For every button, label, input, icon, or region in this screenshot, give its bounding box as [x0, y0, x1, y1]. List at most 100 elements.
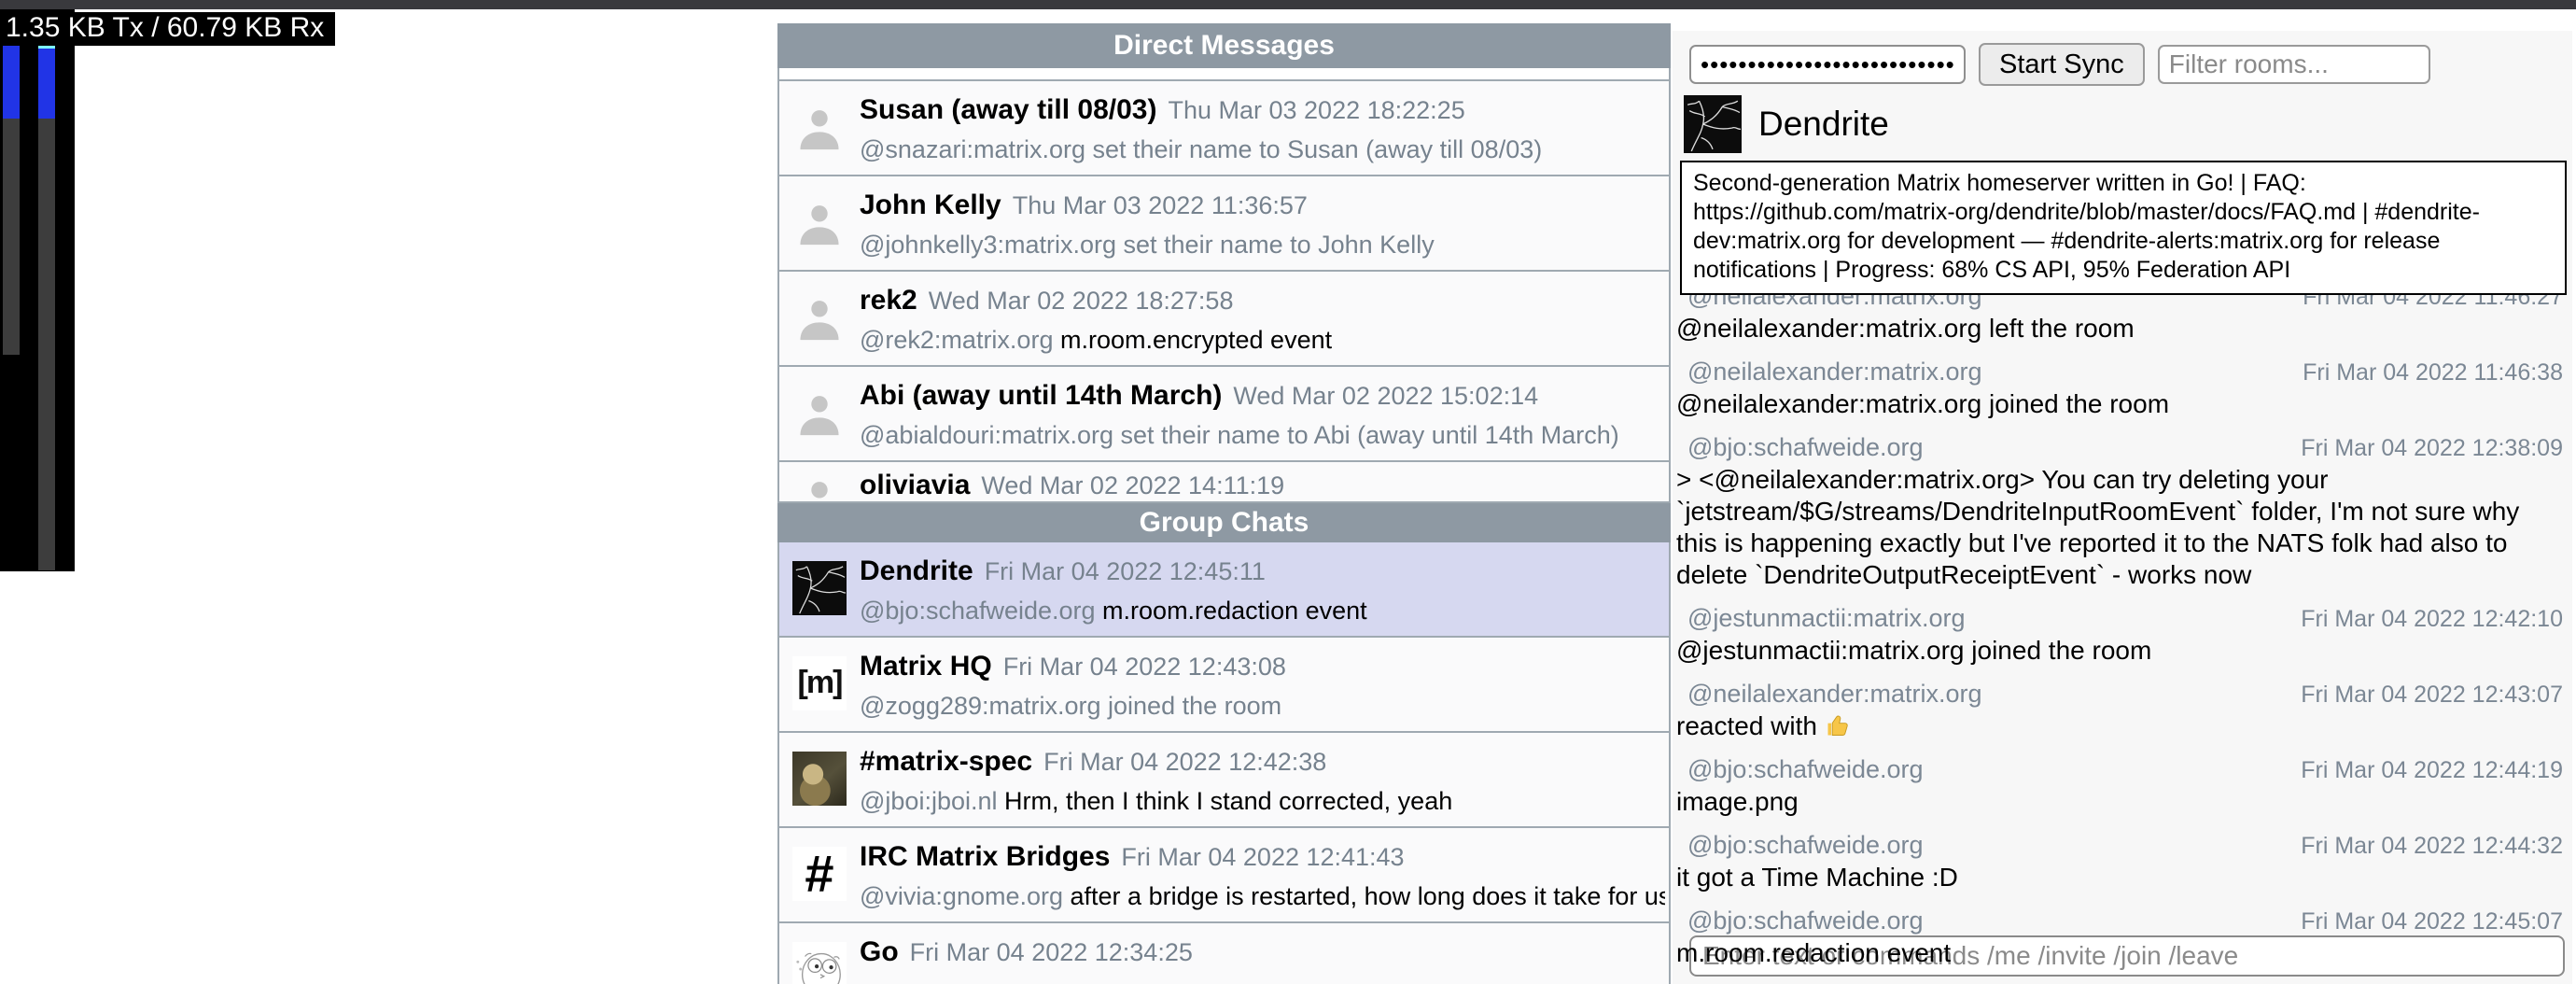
- room-timestamp: Wed Mar 02 2022 18:27:58: [929, 287, 1234, 316]
- window-top-strip: [0, 0, 2576, 9]
- direct-messages-header: Direct Messages: [777, 23, 1671, 68]
- list-item-irc-matrix-bridges[interactable]: # IRC Matrix Bridges Fri Mar 04 2022 12:…: [779, 828, 1669, 923]
- message: @bjo:schafweide.org Fri Mar 04 2022 12:4…: [1676, 753, 2563, 818]
- group-chats-header: Group Chats: [777, 503, 1671, 542]
- list-item-oliviavia[interactable]: oliviavia Wed Mar 02 2022 14:11:19: [779, 462, 1669, 503]
- room-last-sender: @vivia:gnome.org: [860, 882, 1063, 910]
- room-last-message: set their name to John Kelly: [1116, 231, 1435, 259]
- room-last-sender: @zogg289:matrix.org: [860, 692, 1101, 720]
- network-graph-bar: [38, 49, 55, 119]
- message-reaction-text: reacted with: [1676, 711, 1825, 740]
- room-last-message: set their name to Abi (away until 14th M…: [1113, 421, 1619, 449]
- message: @bjo:schafweide.org Fri Mar 04 2022 12:4…: [1676, 980, 2563, 984]
- list-item-abi[interactable]: Abi (away until 14th March) Wed Mar 02 2…: [779, 367, 1669, 462]
- rooms-panel: Direct Messages Susan (away till 08/03) …: [777, 23, 1671, 984]
- room-last-sender: @abialdouri:matrix.org: [860, 421, 1113, 449]
- room-last-message: m.room.encrypted event: [1053, 326, 1332, 354]
- message-sender: @jestunmactii:matrix.org: [1676, 602, 1966, 634]
- filter-rooms-input[interactable]: [2158, 45, 2430, 84]
- person-icon: [792, 386, 847, 440]
- message: @bjo:schafweide.org Fri Mar 04 2022 12:4…: [1676, 829, 2563, 893]
- message-timestamp: Fri Mar 04 2022 12:43:07: [2301, 682, 2563, 709]
- list-item-go[interactable]: Go Fri Mar 04 2022 12:34:25: [779, 923, 1669, 984]
- message-body: @neilalexander:matrix.org joined the roo…: [1676, 388, 2563, 420]
- room-topic: Second-generation Matrix homeserver writ…: [1680, 161, 2567, 295]
- room-name: Dendrite: [860, 555, 973, 587]
- message-sender: @bjo:schafweide.org: [1676, 905, 1924, 936]
- thumbs-up-icon: [1825, 712, 1851, 738]
- room-name: oliviavia: [860, 470, 970, 501]
- room-timestamp: Wed Mar 02 2022 15:02:14: [1233, 382, 1538, 411]
- list-item-matrix-spec[interactable]: #matrix-spec Fri Mar 04 2022 12:42:38 @j…: [779, 733, 1669, 828]
- message: @bjo:schafweide.org Fri Mar 04 2022 12:4…: [1676, 905, 2563, 969]
- room-photo-avatar: [792, 752, 847, 806]
- message-timestamp: Fri Mar 04 2022 12:38:09: [2301, 435, 2563, 462]
- room-name: #matrix-spec: [860, 746, 1032, 778]
- access-token-input[interactable]: [1689, 45, 1966, 84]
- room-name: Go: [860, 936, 899, 968]
- room-name: Susan (away till 08/03): [860, 94, 1156, 126]
- room-timestamp: Fri Mar 04 2022 12:41:43: [1121, 843, 1404, 872]
- list-item-susan[interactable]: Susan (away till 08/03) Thu Mar 03 2022 …: [779, 81, 1669, 176]
- message-sender: @bjo:schafweide.org: [1676, 431, 1924, 463]
- room-name: Abi (away until 14th March): [860, 380, 1222, 412]
- room-name: John Kelly: [860, 190, 1001, 221]
- message-body: reacted with: [1676, 710, 2563, 742]
- room-timestamp: Thu Mar 03 2022 11:36:57: [1013, 191, 1308, 220]
- message: @jestunmactii:matrix.org Fri Mar 04 2022…: [1676, 602, 2563, 667]
- message-sender: @neilalexander:matrix.org: [1676, 678, 1982, 710]
- room-last-sender: @jboi:jboi.nl: [860, 787, 998, 815]
- room-name: Matrix HQ: [860, 651, 992, 682]
- message-body: image.png: [1676, 786, 2563, 818]
- message-sender: @bjo:schafweide.org: [1676, 829, 1924, 861]
- room-timestamp: Fri Mar 04 2022 12:45:11: [985, 557, 1266, 586]
- message-body: @jestunmactii:matrix.org joined the room: [1676, 635, 2563, 667]
- message-sender: @bjo:schafweide.org: [1676, 980, 1924, 984]
- room-timestamp: Fri Mar 04 2022 12:43:08: [1003, 653, 1286, 682]
- list-item-rek2[interactable]: rek2 Wed Mar 02 2022 18:27:58 @rek2:matr…: [779, 272, 1669, 367]
- hash-icon: #: [792, 847, 847, 901]
- gopher-avatar: [792, 942, 847, 984]
- room-last-sender: @bjo:schafweide.org: [860, 597, 1096, 625]
- message-timestamp: Fri Mar 04 2022 12:45:07: [2301, 908, 2563, 935]
- message-body: it got a Time Machine :D: [1676, 862, 2563, 893]
- message-sender: @bjo:schafweide.org: [1676, 753, 1924, 785]
- room-name: IRC Matrix Bridges: [860, 841, 1110, 873]
- list-item-john-kelly[interactable]: John Kelly Thu Mar 03 2022 11:36:57 @joh…: [779, 176, 1669, 272]
- room-last-sender: @snazari:matrix.org: [860, 135, 1085, 163]
- room-title: Dendrite: [1758, 105, 1889, 144]
- room-last-message: Hrm, then I think I stand corrected, yea…: [998, 787, 1453, 815]
- chat-panel: Start Sync Dendrite Second-generation Ma…: [1673, 31, 2572, 984]
- message-timestamp: Fri Mar 04 2022 12:44:32: [2301, 833, 2563, 860]
- room-name: rek2: [860, 285, 917, 316]
- room-last-sender: @johnkelly3:matrix.org: [860, 231, 1116, 259]
- direct-messages-list: Susan (away till 08/03) Thu Mar 03 2022 …: [777, 68, 1671, 503]
- network-graph-bar: [3, 119, 20, 355]
- person-icon: [792, 290, 847, 344]
- group-chats-list: Dendrite Fri Mar 04 2022 12:45:11 @bjo:s…: [777, 542, 1671, 984]
- room-timestamp: Wed Mar 02 2022 14:11:19: [981, 471, 1284, 500]
- message-timestamp: Fri Mar 04 2022 12:42:10: [2301, 606, 2563, 633]
- message: @neilalexander:matrix.org Fri Mar 04 202…: [1676, 356, 2563, 420]
- person-icon: [792, 471, 847, 503]
- chat-topbar: Start Sync: [1673, 31, 2572, 86]
- person-icon: [792, 100, 847, 154]
- matrix-logo-icon: [m]: [792, 656, 847, 710]
- room-last-message: joined the room: [1101, 692, 1282, 720]
- dendrite-avatar: [792, 561, 847, 615]
- person-icon: [792, 195, 847, 249]
- message-timestamp: Fri Mar 04 2022 12:44:19: [2301, 757, 2563, 784]
- list-item-matrix-hq[interactable]: [m] Matrix HQ Fri Mar 04 2022 12:43:08 @…: [779, 638, 1669, 733]
- list-item-dendrite[interactable]: Dendrite Fri Mar 04 2022 12:45:11 @bjo:s…: [779, 542, 1669, 638]
- start-sync-button[interactable]: Start Sync: [1979, 43, 2145, 86]
- room-last-message: after a bridge is restarted, how long do…: [1063, 882, 1665, 910]
- message: @bjo:schafweide.org Fri Mar 04 2022 12:3…: [1676, 431, 2563, 591]
- dendrite-avatar: [1684, 95, 1742, 153]
- message-body: > <@neilalexander:matrix.org> You can tr…: [1676, 464, 2563, 591]
- message-body: m.room.redaction event: [1676, 937, 2563, 969]
- room-last-message: m.room.redaction event: [1096, 597, 1367, 625]
- room-timestamp: Thu Mar 03 2022 18:22:25: [1168, 96, 1464, 125]
- list-item-partial[interactable]: [779, 68, 1669, 81]
- room-last-message: set their name to Susan (away till 08/03…: [1085, 135, 1542, 163]
- network-graph: [0, 9, 75, 571]
